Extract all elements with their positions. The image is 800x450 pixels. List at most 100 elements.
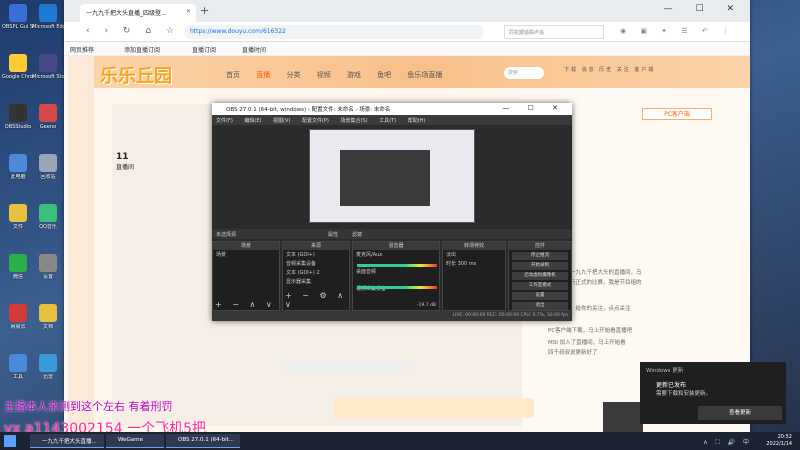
source-controls[interactable]: + − ⚙ ∧ ∨ <box>285 291 349 309</box>
obs-menu-item[interactable]: 视图(V) <box>273 118 290 124</box>
obs-preview[interactable] <box>309 129 475 223</box>
window-controls[interactable]: — ☐ ✕ <box>664 4 744 14</box>
room-number: 11 <box>116 152 129 162</box>
favorite-item[interactable]: 直播时间 <box>242 45 266 54</box>
stop-streaming-button[interactable]: 停止推流 <box>512 252 568 260</box>
desktop-icon[interactable]: 迅雷 <box>32 354 64 380</box>
taskbar-item[interactable]: OBS 27.0.1 (64-bit... <box>166 434 240 448</box>
scene-item[interactable]: 场景 <box>213 250 279 259</box>
duration-label: 时长 <box>446 261 457 267</box>
site-header: 乐乐丘园 首页 直播 分类 视频 游戏 鱼吧 鱼乐场直播 搜索 下载 消息 历史… <box>94 56 750 88</box>
clock-time: 20:52 <box>777 434 792 440</box>
desktop-icon-label: 网易云 <box>10 324 26 330</box>
toast-app: Windows 更新 <box>646 368 684 374</box>
scene-controls[interactable]: + − ∧ ∨ <box>215 300 276 309</box>
video-progress-bar[interactable] <box>280 360 410 372</box>
filters-button[interactable]: 滤镜 <box>352 231 362 238</box>
desktop-icon[interactable]: 文件 <box>2 204 34 230</box>
menu-item[interactable]: 首页 <box>226 71 240 79</box>
site-menu: 首页 直播 分类 视频 游戏 鱼吧 鱼乐场直播 <box>226 70 456 80</box>
menu-item[interactable]: 游戏 <box>347 71 361 79</box>
view-updates-button[interactable]: 查看更新 <box>698 406 782 420</box>
new-tab-button[interactable]: + <box>200 4 209 17</box>
desktop-icon[interactable]: Geeno <box>32 104 64 130</box>
desktop-icon[interactable]: 回收站 <box>32 154 64 180</box>
tab-douyu[interactable]: 一九九千把大头直播_四级登... ✕ <box>80 4 196 22</box>
app-icon <box>9 4 27 22</box>
obs-menu-item[interactable]: 文件(F) <box>216 118 233 124</box>
source-item[interactable]: 文本 (GDI+) 2 <box>283 268 349 277</box>
desktop-icon-label: OBSStudio <box>4 124 32 130</box>
app-icon <box>39 354 57 372</box>
desktop-icon[interactable]: OBSStudio <box>2 104 34 130</box>
desktop-icon[interactable]: QQ音乐 <box>32 204 64 230</box>
system-tray[interactable]: ∧ ⛶ 🔊 中 <box>703 437 752 447</box>
transition-type-select[interactable]: 淡出 <box>443 250 505 259</box>
desktop-icon[interactable]: 此电脑 <box>2 154 34 180</box>
toast-title: 更新已发布 <box>656 382 687 389</box>
windows-update-toast[interactable]: Windows 更新 更新已发布 需要下载和安装更新。 查看更新 <box>640 362 786 424</box>
transition-duration[interactable]: 时长 300 ms <box>443 259 505 268</box>
obs-menu-item[interactable]: 帮助(H) <box>408 118 426 124</box>
obs-source-toolbar: 未选择源 属性 滤镜 <box>212 229 572 239</box>
favorite-item[interactable]: 网页推荐 <box>70 45 94 54</box>
source-item[interactable]: 音频采集设备 <box>283 259 349 268</box>
obs-menu-item[interactable]: 编辑(E) <box>244 118 261 124</box>
obs-menu-item[interactable]: 配置文件(P) <box>302 118 329 124</box>
studio-mode-button[interactable]: 工作室模式 <box>512 282 568 290</box>
obs-window-controls[interactable]: — ☐ ✕ <box>502 104 566 112</box>
obs-menu-item[interactable]: 工具(T) <box>379 118 396 124</box>
menu-item[interactable]: 视频 <box>317 71 331 79</box>
dock-title: 场景 <box>213 242 279 250</box>
obs-menubar: 文件(F) 编辑(E) 视图(V) 配置文件(P) 场景集合(S) 工具(T) … <box>212 115 572 125</box>
taskbar-item[interactable]: WeGame <box>106 434 164 448</box>
app-icon <box>9 254 27 272</box>
browser-tools[interactable]: ◉ ▣ ✦ ☰ ↶ ⋮ <box>620 27 735 35</box>
desktop-icon[interactable]: 文档 <box>32 304 64 330</box>
sources-dock: 来源 文本 (GDI+) 音频采集设备 文本 (GDI+) 2 显示器采集 + … <box>282 241 350 311</box>
desktop-icon[interactable]: 工具 <box>2 354 34 380</box>
app-icon <box>39 104 57 122</box>
nav-buttons[interactable]: ‹ › ↻ ⌂ ☆ <box>86 26 180 36</box>
desktop-icon[interactable]: Google Chrome <box>2 54 34 80</box>
menu-item[interactable]: 分类 <box>286 71 300 79</box>
dock-title: 控件 <box>509 242 571 250</box>
site-top-icons[interactable]: 下载 消息 历史 关注 客户端 <box>564 66 655 73</box>
favorite-item[interactable]: 添加直播订阅 <box>124 45 160 54</box>
desktop-icon[interactable]: 微信 <box>2 254 34 280</box>
gift-bar[interactable] <box>334 398 534 418</box>
obs-menu-item[interactable]: 场景集合(S) <box>340 118 367 124</box>
app-icon <box>39 4 57 22</box>
virtual-camera-button[interactable]: 启动虚拟摄像机 <box>512 272 568 280</box>
start-icon[interactable] <box>4 435 16 447</box>
anchor-info: 11 直播间 <box>116 152 216 182</box>
exit-button[interactable]: 退出 <box>512 302 568 310</box>
properties-button[interactable]: 属性 <box>328 231 338 238</box>
obs-window: OBS 27.0.1 (64-bit, windows) - 配置文件: 未命名… <box>212 103 572 321</box>
source-item[interactable]: 显示器采集 <box>283 277 349 286</box>
source-item[interactable]: 文本 (GDI+) <box>283 250 349 259</box>
pc-client-button[interactable]: PC客户端 <box>642 108 712 120</box>
desktop-icon[interactable]: 设置 <box>32 254 64 280</box>
app-icon <box>9 204 27 222</box>
url-bar[interactable]: https://www.douyu.com/616322 <box>184 25 484 39</box>
close-tab-icon[interactable]: ✕ <box>186 8 191 15</box>
desktop-icon-label: 回收站 <box>40 174 56 180</box>
desktop-icon[interactable]: OBSPL Gui Studio <box>2 4 34 30</box>
desktop-icon[interactable]: 网易云 <box>2 304 34 330</box>
taskbar-item[interactable]: 一九九千把大头直播... <box>30 434 104 448</box>
browser-search-input[interactable]: 同花顺追踪卢追 <box>504 25 604 39</box>
desktop-icon[interactable]: Microsoft Store <box>32 54 64 80</box>
menu-item[interactable]: 鱼吧 <box>377 71 391 79</box>
menu-item-active[interactable]: 直播 <box>256 71 270 79</box>
settings-button[interactable]: 设置 <box>512 292 568 300</box>
clock[interactable]: 20:52 2022/1/14 <box>766 434 792 448</box>
favorite-item[interactable]: 直播订阅 <box>192 45 216 54</box>
app-icon <box>9 304 27 322</box>
menu-item[interactable]: 鱼乐场直播 <box>407 71 442 79</box>
desktop-icon[interactable]: Microsoft Edge <box>32 4 64 30</box>
favorites-bar: 网页推荐 添加直播订阅 直播订阅 直播时间 <box>64 42 750 56</box>
app-icon <box>39 204 57 222</box>
site-search-input[interactable]: 搜索 <box>504 67 544 79</box>
start-recording-button[interactable]: 开始录制 <box>512 262 568 270</box>
